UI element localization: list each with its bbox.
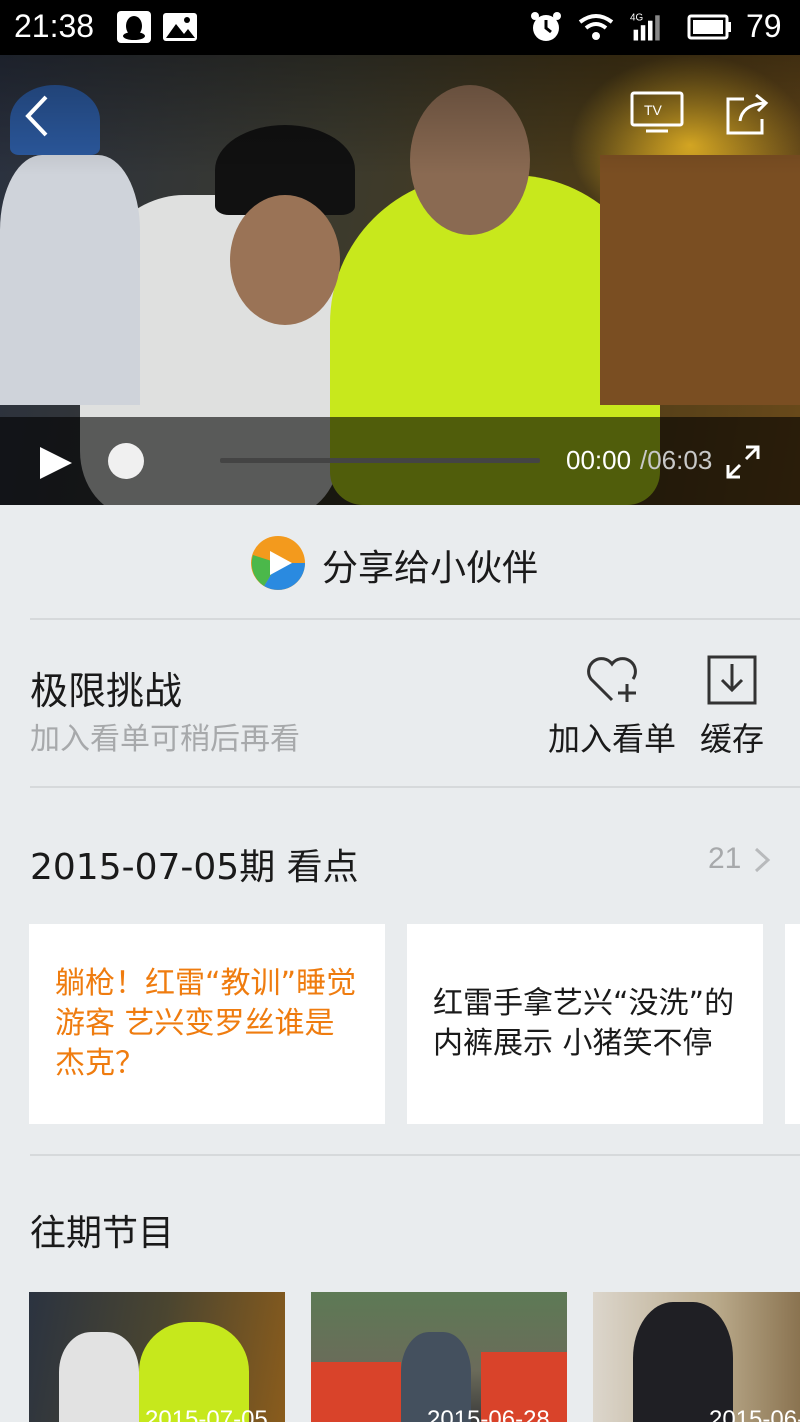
episode-thumbnail[interactable]: 2015-06-21 (593, 1292, 800, 1422)
wifi-icon (578, 14, 614, 40)
battery-icon (687, 14, 731, 40)
seek-thumb[interactable] (108, 443, 144, 479)
episode-date: 2015-06-21 (709, 1406, 800, 1422)
player-controls: 00:00 /06:03 (0, 417, 800, 505)
show-subtitle: 加入看单可稍后再看 (30, 722, 300, 757)
fullscreen-icon[interactable] (724, 443, 762, 481)
share-icon[interactable] (724, 91, 772, 137)
current-time: 00:00 (566, 445, 632, 475)
back-icon[interactable] (16, 91, 60, 141)
status-bar: 21:38 4G 79 (0, 0, 800, 55)
tencent-video-logo (251, 536, 305, 590)
episode-thumbnail[interactable]: 2015-06-28 (311, 1292, 567, 1422)
divider (30, 786, 800, 788)
signal-4g-icon: 4G (630, 13, 660, 41)
past-episodes-title: 往期节目 (30, 1213, 175, 1254)
share-to-friends[interactable]: 分享给小伙伴 (0, 505, 800, 619)
status-time: 21:38 (14, 8, 95, 44)
svg-text:TV: TV (644, 102, 663, 118)
share-label: 分享给小伙伴 (322, 548, 539, 589)
episode-date: 2015-07-05 (145, 1406, 268, 1422)
add-to-watchlist-button[interactable]: 加入看单 (548, 654, 676, 760)
thumbnail-figure (59, 1332, 139, 1422)
heart-plus-icon (587, 657, 637, 702)
highlight-card[interactable]: 红雷手拿艺兴“没洗”的内裤展示 小猪笑不停 (407, 924, 763, 1124)
total-time: /06:03 (640, 445, 713, 475)
episode-thumbnail[interactable]: 2015-07-05 (29, 1292, 285, 1422)
play-icon[interactable] (36, 443, 76, 483)
battery-level: 79 (746, 8, 782, 44)
thumbnail-figure (633, 1302, 733, 1422)
alarm-icon (531, 12, 561, 41)
qq-notification-icon (117, 11, 151, 43)
video-player[interactable]: TV 00:00 /06:03 (0, 55, 800, 505)
show-title: 极限挑战 (30, 669, 183, 713)
highlight-card-text: 红雷手拿艺兴“没洗”的内裤展示 小猪笑不停 (433, 986, 735, 1061)
chevron-right-icon[interactable] (752, 845, 772, 875)
add-to-watchlist-label: 加入看单 (548, 720, 677, 758)
highlight-card-partial[interactable] (785, 924, 800, 1124)
highlight-card[interactable]: 躺枪！红雷“教训”睡觉游客 艺兴变罗丝谁是杰克？ (29, 924, 385, 1124)
highlight-card-text: 躺枪！红雷“教训”睡觉游客 艺兴变罗丝谁是杰克？ (55, 966, 357, 1081)
video-frame-figure (600, 155, 800, 405)
cache-label: 缓存 (700, 720, 765, 758)
download-icon (707, 655, 757, 705)
video-frame-figure (0, 155, 140, 405)
cache-button[interactable]: 缓存 (700, 654, 764, 760)
episode-date: 2015-06-28 (427, 1406, 550, 1422)
divider (30, 618, 800, 620)
video-frame-figure (230, 195, 340, 325)
highlights-title: 2015-07-05期 看点 (30, 847, 359, 888)
divider (30, 1154, 800, 1156)
network-type: 4G (630, 13, 643, 24)
seek-bar[interactable] (220, 458, 540, 463)
highlights-count[interactable]: 21 (708, 842, 741, 876)
image-notification-icon (163, 13, 197, 41)
thumbnail-figure (311, 1362, 401, 1422)
tv-cast-icon[interactable]: TV (630, 91, 684, 135)
